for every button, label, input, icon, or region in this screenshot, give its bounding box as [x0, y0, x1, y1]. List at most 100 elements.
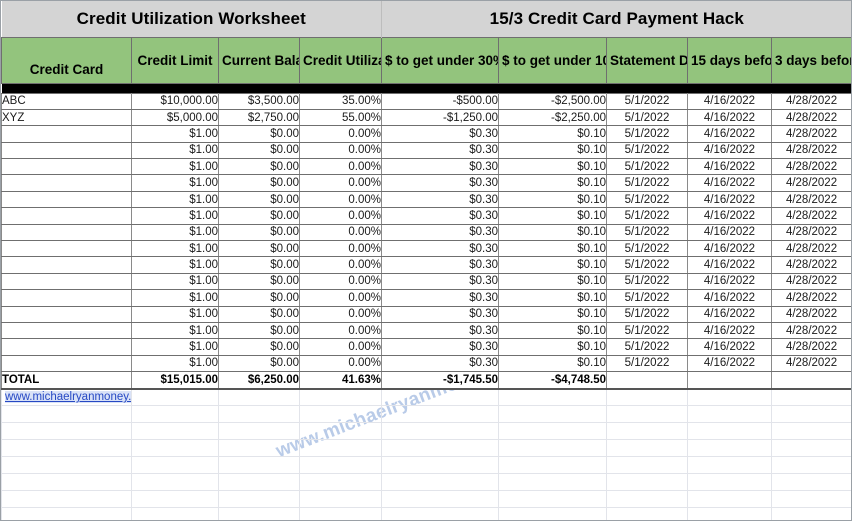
table-cell[interactable]: 5/1/2022: [606, 174, 688, 192]
empty-cell[interactable]: [218, 507, 300, 520]
empty-cell[interactable]: [606, 439, 688, 458]
table-cell[interactable]: 4/28/2022: [770, 207, 851, 225]
table-cell[interactable]: 4/28/2022: [770, 338, 851, 356]
website-link[interactable]: www.michaelryanmoney.com: [5, 391, 131, 404]
empty-cell[interactable]: [131, 456, 219, 475]
empty-cell[interactable]: [381, 439, 499, 458]
empty-cell[interactable]: [498, 507, 607, 520]
empty-cell[interactable]: [131, 388, 219, 407]
empty-cell[interactable]: [606, 490, 688, 509]
table-cell[interactable]: 5/1/2022: [606, 306, 688, 323]
table-row[interactable]: $1.00 $0.00 0.00% $0.30 $0.10 5/1/2022 4/16/20…: [1, 191, 851, 209]
table-cell[interactable]: $1.00: [131, 191, 219, 209]
table-cell[interactable]: $0.10: [498, 306, 607, 323]
table-cell[interactable]: 4/28/2022: [770, 306, 851, 323]
table-cell[interactable]: [1, 338, 132, 356]
table-cell[interactable]: $0.30: [381, 158, 499, 176]
table-cell[interactable]: 4/16/2022: [687, 191, 772, 209]
table-cell[interactable]: $0.30: [381, 142, 499, 160]
table-cell[interactable]: $0.30: [381, 240, 499, 258]
table-row[interactable]: $1.00 $0.00 0.00% $0.30 $0.10 5/1/2022 4/16/20…: [1, 174, 851, 192]
table-cell[interactable]: 0.00%: [299, 158, 382, 176]
empty-cell[interactable]: [1, 473, 132, 492]
table-cell[interactable]: $0.10: [498, 174, 607, 192]
table-cell[interactable]: 0.00%: [299, 306, 382, 323]
table-row[interactable]: $1.00 $0.00 0.00% $0.30 $0.10 5/1/2022 4/16/20…: [1, 224, 851, 242]
table-cell[interactable]: [1, 142, 132, 160]
empty-cell[interactable]: [606, 405, 688, 424]
table-cell[interactable]: $0.30: [381, 289, 499, 307]
empty-cell[interactable]: [1, 439, 132, 458]
empty-cell[interactable]: [381, 473, 499, 492]
empty-cell[interactable]: [606, 507, 688, 520]
table-cell[interactable]: $0.00: [218, 174, 300, 192]
table-cell[interactable]: -$1,250.00: [381, 109, 499, 127]
empty-cell[interactable]: [770, 456, 851, 475]
total-cell[interactable]: [687, 371, 772, 390]
table-cell[interactable]: $5,000.00: [131, 109, 219, 127]
empty-cell[interactable]: [770, 388, 851, 407]
empty-cell[interactable]: [687, 422, 772, 441]
table-cell[interactable]: $0.00: [218, 158, 300, 176]
table-cell[interactable]: [1, 322, 132, 340]
empty-cell[interactable]: [498, 473, 607, 492]
table-cell[interactable]: 4/16/2022: [687, 256, 772, 274]
table-cell[interactable]: 0.00%: [299, 338, 382, 356]
table-row[interactable]: $1.00 $0.00 0.00% $0.30 $0.10 5/1/2022 4/16/20…: [1, 142, 851, 160]
empty-cell[interactable]: [770, 439, 851, 458]
table-cell[interactable]: $0.30: [381, 338, 499, 356]
table-cell[interactable]: $0.00: [218, 306, 300, 323]
table-cell[interactable]: -$500.00: [381, 92, 499, 110]
empty-cell[interactable]: [131, 473, 219, 492]
total-cell[interactable]: [606, 371, 688, 390]
table-cell[interactable]: $1.00: [131, 289, 219, 307]
table-cell[interactable]: 5/1/2022: [606, 125, 688, 143]
empty-cell[interactable]: [498, 439, 607, 458]
table-cell[interactable]: [1, 306, 132, 323]
table-cell[interactable]: 4/16/2022: [687, 355, 772, 373]
table-cell[interactable]: $0.10: [498, 191, 607, 209]
total-cell[interactable]: -$1,745.50: [381, 371, 499, 390]
empty-cell[interactable]: [498, 490, 607, 509]
empty-cell[interactable]: [299, 439, 382, 458]
table-cell[interactable]: 4/16/2022: [687, 109, 772, 127]
table-cell[interactable]: 4/16/2022: [687, 174, 772, 192]
column-header-15-days-before[interactable]: 15 days before: [687, 36, 772, 84]
empty-cell[interactable]: [498, 456, 607, 475]
table-cell[interactable]: 0.00%: [299, 207, 382, 225]
table-cell[interactable]: $1.00: [131, 158, 219, 176]
empty-cell[interactable]: [770, 422, 851, 441]
column-header-statement-date[interactable]: Statement Date: [606, 36, 688, 84]
table-cell[interactable]: 4/16/2022: [687, 240, 772, 258]
table-cell[interactable]: $0.10: [498, 355, 607, 373]
table-cell[interactable]: $0.00: [218, 207, 300, 225]
table-cell[interactable]: $0.10: [498, 273, 607, 291]
empty-cell[interactable]: [218, 422, 300, 441]
empty-cell[interactable]: [770, 507, 851, 520]
table-row[interactable]: $1.00 $0.00 0.00% $0.30 $0.10 5/1/2022 4/16/20…: [1, 125, 851, 143]
table-cell[interactable]: 4/28/2022: [770, 92, 851, 110]
table-cell[interactable]: $2,750.00: [218, 109, 300, 127]
table-cell[interactable]: XYZ: [1, 109, 132, 127]
total-cell[interactable]: [770, 371, 851, 390]
column-header-under-10[interactable]: $ to get under 10%: [498, 36, 607, 84]
table-cell[interactable]: [1, 355, 132, 373]
table-row[interactable]: $1.00 $0.00 0.00% $0.30 $0.10 5/1/2022 4/16/20…: [1, 273, 851, 291]
table-cell[interactable]: $0.00: [218, 322, 300, 340]
table-cell[interactable]: $0.30: [381, 355, 499, 373]
table-cell[interactable]: 4/16/2022: [687, 306, 772, 323]
column-header-credit-card[interactable]: Credit Card: [1, 36, 132, 84]
table-cell[interactable]: $0.30: [381, 256, 499, 274]
empty-cell[interactable]: [381, 388, 499, 407]
empty-cell[interactable]: [299, 456, 382, 475]
empty-cell[interactable]: [687, 456, 772, 475]
table-cell[interactable]: $0.30: [381, 174, 499, 192]
table-cell[interactable]: 4/28/2022: [770, 158, 851, 176]
table-cell[interactable]: $1.00: [131, 355, 219, 373]
column-header-under-30[interactable]: $ to get under 30%: [381, 36, 499, 84]
empty-cell[interactable]: [218, 405, 300, 424]
column-header-current-balance[interactable]: Current Balance: [218, 36, 300, 84]
table-cell[interactable]: 0.00%: [299, 289, 382, 307]
table-cell[interactable]: 4/28/2022: [770, 109, 851, 127]
table-cell[interactable]: $0.00: [218, 338, 300, 356]
